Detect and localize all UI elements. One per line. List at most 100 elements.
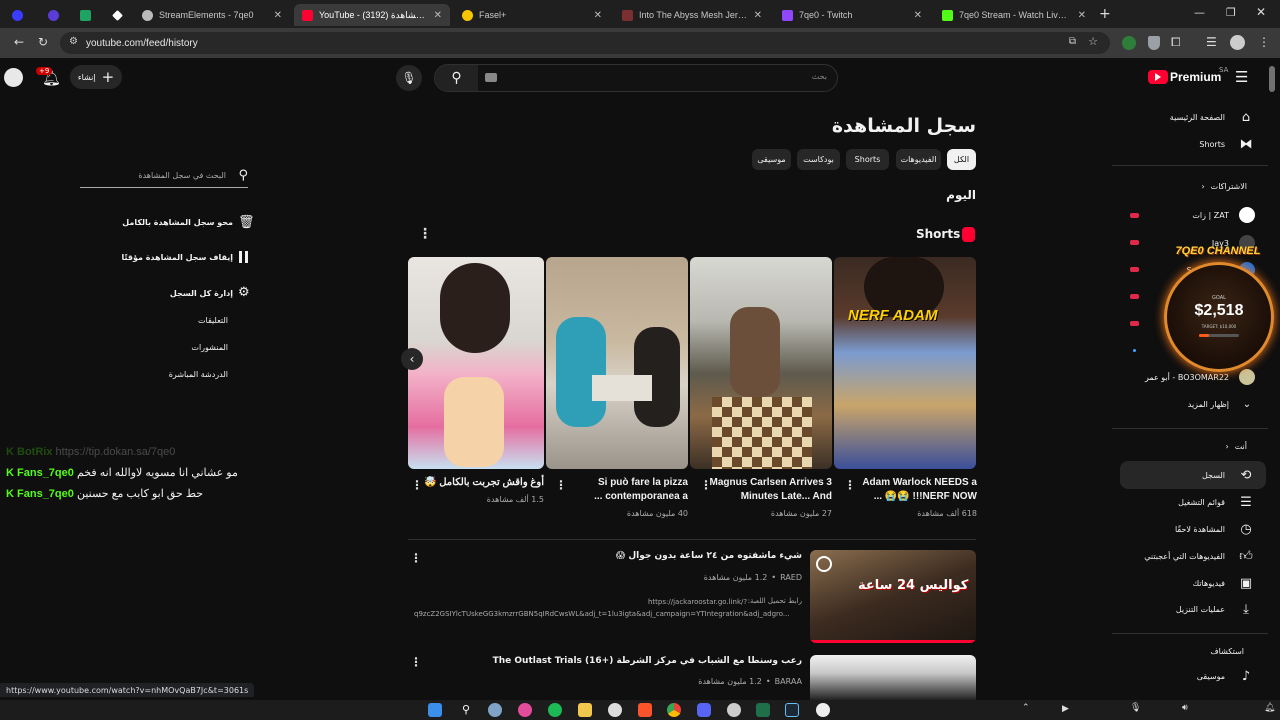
discord-icon[interactable] xyxy=(697,703,711,717)
tab-close-icon[interactable]: ✕ xyxy=(274,10,282,21)
video-more-icon[interactable]: ⋮ xyxy=(410,551,422,565)
short-thumbnail[interactable] xyxy=(408,257,544,469)
guide-item-liked[interactable]: الفيديوهات التي أعجبتني 👍︎ xyxy=(1115,543,1255,569)
guide-item-shorts[interactable]: Shorts ⧓ xyxy=(1115,131,1255,157)
site-info-icon[interactable]: ⚙ xyxy=(69,36,78,47)
short-title[interactable]: Adam Warlock NEEDS a NERF NOW!!! 😭😭 ... xyxy=(851,476,977,504)
channel-name[interactable]: BARAA xyxy=(775,677,802,686)
create-button[interactable]: إنشاء + xyxy=(70,65,122,89)
guide-item-watch-later[interactable]: المشاهدة لاحقًا ◷ xyxy=(1115,516,1255,542)
guide-item-downloads[interactable]: عمليات التنزيل ⤓ xyxy=(1115,596,1255,622)
taskbar-app-icon[interactable] xyxy=(608,703,622,717)
short-title[interactable]: Magnus Carlsen Arrives 3 Minutes Late...… xyxy=(706,476,832,504)
taskbar-search-icon[interactable]: ⚲ xyxy=(459,703,473,717)
extensions-puzzle-icon[interactable]: ⧠ xyxy=(1171,35,1181,50)
video-title[interactable]: شيء ماشفتوه من ٢٤ ساعة بدون جوال 😱 xyxy=(422,551,802,561)
tab-close-icon[interactable]: ✕ xyxy=(594,10,602,21)
browser-tab[interactable] xyxy=(4,4,30,26)
address-bar[interactable]: ⚙ youtube.com/feed/history ⧉ ☆ xyxy=(60,32,1110,54)
tray-mic-icon[interactable]: 🎙︎ xyxy=(1130,703,1141,713)
chip-videos[interactable]: الفيديوهات xyxy=(896,149,941,170)
guide-subscriptions-heading[interactable]: › الاشتراكات xyxy=(1201,182,1247,191)
sidebar-icon[interactable]: ☰ xyxy=(1206,35,1217,49)
history-link-live-chat[interactable]: الدردشة المباشرة xyxy=(169,370,228,379)
tray-notification-icon[interactable]: 🔔︎ xyxy=(1264,703,1275,713)
taskbar-app-icon[interactable] xyxy=(518,703,532,717)
short-more-icon[interactable]: ⋮ xyxy=(700,478,712,492)
history-search-field[interactable]: ⚲ البحث في سجل المشاهدة xyxy=(80,166,248,188)
video-thumbnail[interactable]: كواليس 24 ساعة xyxy=(810,550,976,643)
extension-icon[interactable] xyxy=(1122,36,1136,50)
guide-show-more[interactable]: إظهار المزيد ⌄ xyxy=(1105,393,1255,415)
channel-name[interactable]: RAED xyxy=(780,573,802,582)
start-windows-icon[interactable] xyxy=(428,703,442,717)
tab-close-icon[interactable]: ✕ xyxy=(1078,10,1086,21)
back-arrow-icon[interactable]: ← xyxy=(14,35,24,49)
browser-tab-active[interactable]: YouTube - سجل المشاهدة (3192) ✕ xyxy=(294,4,450,26)
browser-tab[interactable] xyxy=(104,4,130,26)
browser-tab[interactable]: Fasel+ ✕ xyxy=(454,4,610,26)
guide-item-history[interactable]: السجل ⟲ xyxy=(1115,462,1255,488)
short-title[interactable]: أوغ واقش تجربت بالكامل 🤯 xyxy=(420,476,544,490)
chip-shorts[interactable]: Shorts xyxy=(846,149,889,170)
browser-tab[interactable]: Into The Abyss Mesh Jersey – m ✕ xyxy=(614,4,770,26)
browser-menu-icon[interactable]: ⋮ xyxy=(1258,35,1270,49)
bookmark-star-icon[interactable]: ☆ xyxy=(1088,35,1098,48)
taskbar-app-icon[interactable] xyxy=(816,703,830,717)
taskbar-settings-icon[interactable] xyxy=(488,703,502,717)
history-link-comments[interactable]: التعليقات xyxy=(198,316,228,325)
short-thumbnail[interactable]: NERF ADAM xyxy=(834,257,976,469)
tab-close-icon[interactable]: ✕ xyxy=(434,10,442,21)
shelf-more-icon[interactable]: ⋮ xyxy=(418,226,432,242)
taskbar-app-icon[interactable] xyxy=(727,703,741,717)
steam-icon[interactable] xyxy=(785,703,799,717)
short-more-icon[interactable]: ⋮ xyxy=(555,478,567,492)
browser-tab[interactable]: StreamElements - 7qe0 ✕ xyxy=(134,4,290,26)
manage-history-button[interactable]: إدارة كل السجل xyxy=(170,289,233,298)
short-title[interactable]: Si può fare la pizza contemporanea a ... xyxy=(564,476,688,504)
guide-item-home[interactable]: الصفحة الرئيسية ⌂ xyxy=(1115,104,1255,130)
maximize-icon[interactable]: ❐ xyxy=(1226,6,1236,19)
window-close-icon[interactable]: ✕ xyxy=(1256,5,1266,19)
guide-you-heading[interactable]: › أنت xyxy=(1225,442,1247,451)
shield-extension-icon[interactable] xyxy=(1148,36,1160,50)
page-scrollbar-thumb[interactable] xyxy=(1269,66,1275,92)
browser-tab[interactable]: 7qe0 Stream - Watch Live on Ki ✕ xyxy=(934,4,1094,26)
profile-avatar[interactable] xyxy=(1230,35,1245,50)
account-avatar[interactable] xyxy=(4,68,23,87)
keyboard-icon[interactable] xyxy=(485,73,497,82)
tab-close-icon[interactable]: ✕ xyxy=(914,10,922,21)
tray-play-icon[interactable]: ▶ xyxy=(1062,704,1069,714)
search-box[interactable]: ⚲ بحث xyxy=(434,64,838,92)
guide-item-playlists[interactable]: قوائم التشغيل ☰ xyxy=(1115,489,1255,515)
shelf-scroll-left-chevron-icon[interactable]: ‹ xyxy=(401,348,423,370)
browser-tab[interactable]: 7qe0 - Twitch ✕ xyxy=(774,4,930,26)
search-button-icon[interactable]: ⚲ xyxy=(435,65,478,91)
chip-music[interactable]: موسيقى xyxy=(752,149,791,170)
taskbar-app-icon[interactable] xyxy=(756,703,770,717)
short-more-icon[interactable]: ⋮ xyxy=(844,478,856,492)
tray-wifi-volume-icon[interactable]: 🔊︎ xyxy=(1182,703,1188,713)
install-app-icon[interactable]: ⧉ xyxy=(1069,36,1076,47)
short-thumbnail[interactable] xyxy=(690,257,832,469)
new-tab-plus-icon[interactable]: + xyxy=(1099,6,1111,22)
video-more-icon[interactable]: ⋮ xyxy=(410,655,422,669)
minimize-icon[interactable]: — xyxy=(1194,6,1205,19)
short-thumbnail[interactable] xyxy=(546,257,688,469)
chip-podcasts[interactable]: بودكاست xyxy=(797,149,840,170)
brave-browser-icon[interactable] xyxy=(638,703,652,717)
clear-history-button[interactable]: محو سجل المشاهدة بالكامل xyxy=(122,218,233,227)
chip-all[interactable]: الكل xyxy=(947,149,976,170)
taskbar-app-icon[interactable] xyxy=(548,703,562,717)
file-explorer-icon[interactable] xyxy=(578,703,592,717)
reload-icon[interactable]: ↻ xyxy=(38,35,48,49)
tray-chevron-icon[interactable]: ⌃ xyxy=(1022,703,1030,713)
guide-item-your-videos[interactable]: فيديوهاتك ▣ xyxy=(1115,570,1255,596)
guide-menu-hamburger-icon[interactable]: ☰ xyxy=(1235,68,1248,86)
subscription-item[interactable]: زات | ZAT xyxy=(1105,204,1255,226)
short-more-icon[interactable]: ⋮ xyxy=(411,478,423,492)
guide-item-music[interactable]: موسيقى ♪ xyxy=(1115,663,1255,689)
pause-history-button[interactable]: إيقاف سجل المشاهدة مؤقتًا xyxy=(121,253,233,262)
video-title[interactable]: رعب وسنطا مع الشباب في مركز الشرطة The O… xyxy=(422,656,802,666)
browser-tab[interactable] xyxy=(72,4,98,26)
